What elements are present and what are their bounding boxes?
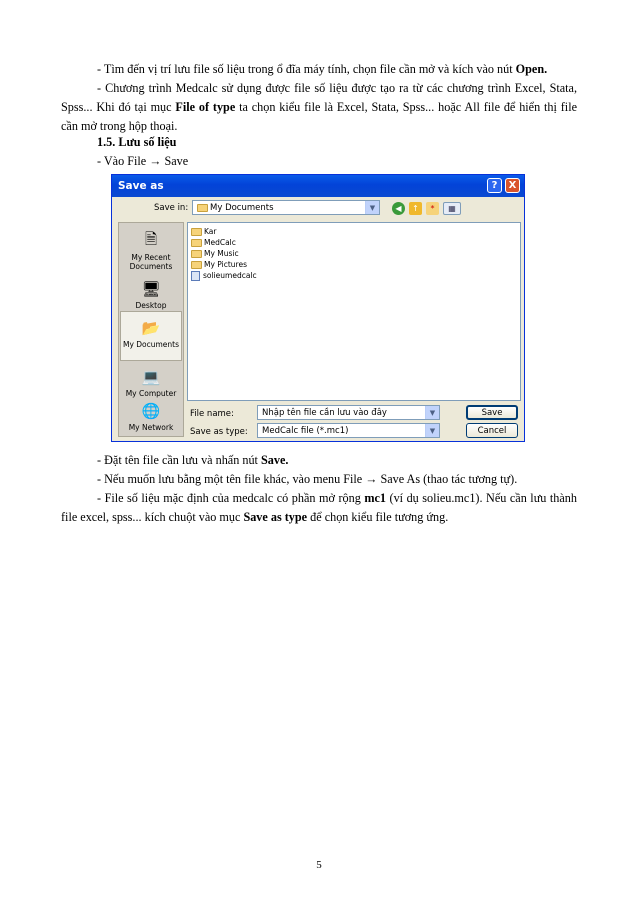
chevron-down-icon[interactable]: ▼ [425,406,439,419]
dialog-title: Save as [118,180,164,192]
save-as-type-label: Save as type: [190,427,248,437]
my-documents-icon: 📂 [141,319,161,337]
file-icon [191,270,200,281]
file-name-input[interactable]: Nhập tên file cần lưu vào đây ▼ [257,405,440,420]
item-label: My Pictures [204,260,247,269]
list-item[interactable]: solieumedcalc [191,270,257,281]
step-vao-file: - Vào File → Save [97,154,189,168]
place-my-recent-documents[interactable]: 🗎 My Recent Documents [119,225,183,275]
list-item[interactable]: MedCalc [191,237,236,248]
recent-documents-icon: 🗎 [144,229,158,248]
place-my-documents[interactable]: 📂 My Documents [120,311,182,361]
paragraph-save-as: - Nếu muốn lưu bằng một tên file khác, v… [97,472,518,486]
place-label: My Recent Documents [129,253,173,271]
save-as-type-value: MedCalc file (*.mc1) [262,425,349,436]
file-list[interactable]: Kar MedCalc My Music My Pictures solieum… [187,222,521,401]
place-my-network[interactable]: 🌐 My Network [119,395,183,445]
file-name-value: Nhập tên file cần lưu vào đây [262,407,387,418]
desktop-icon: 🖥 [141,280,161,298]
folder-icon [191,227,202,236]
save-button[interactable]: Save [466,405,518,420]
item-label: Kar [204,227,217,236]
place-label: Desktop [135,301,167,310]
up-folder-icon[interactable]: ↑ [409,202,422,215]
paragraph-file-of-type: - Chương trình Medcalc sử dụng được file… [61,81,577,133]
page-number: 5 [316,859,322,871]
views-menu-icon[interactable]: ▦ [443,202,461,215]
folder-icon [197,203,208,212]
paragraph-open-file: - Tìm đến vị trí lưu file số liệu trong … [97,62,548,76]
close-button[interactable]: X [505,178,520,193]
place-label: My Network [128,423,174,432]
save-in-value: My Documents [210,202,274,213]
item-label: solieumedcalc [203,271,257,280]
list-item[interactable]: Kar [191,226,216,237]
chevron-down-icon[interactable]: ▼ [365,201,379,214]
chevron-down-icon[interactable]: ▼ [425,424,439,437]
item-label: MedCalc [204,238,236,247]
save-in-combo[interactable]: My Documents ▼ [192,200,380,215]
save-as-dialog: Save as ? X Save in: My Documents ▼ ◀ ↑ … [111,174,525,442]
section-heading: 1.5. Lưu số liệu [97,135,177,149]
places-bar: 🗎 My Recent Documents 🖥 Desktop 📂 My Doc… [118,222,184,437]
list-item[interactable]: My Pictures [191,259,247,270]
file-name-label: File name: [190,409,234,419]
paragraph-dat-ten: - Đặt tên file cần lưu và nhấn nút Save. [97,453,289,467]
folder-icon [191,249,202,258]
paragraph-mc1: - File số liệu mặc định của medcalc có p… [61,491,577,524]
help-button[interactable]: ? [487,178,502,193]
dialog-titlebar: Save as [112,175,524,197]
cancel-button[interactable]: Cancel [466,423,518,438]
item-label: My Music [204,249,239,258]
new-folder-icon[interactable]: * [426,202,439,215]
my-network-icon: 🌐 [141,402,161,420]
back-icon[interactable]: ◀ [392,202,405,215]
folder-icon [191,260,202,269]
list-item[interactable]: My Music [191,248,239,259]
folder-icon [191,238,202,247]
save-in-label: Save in: [154,203,189,213]
save-as-type-select[interactable]: MedCalc file (*.mc1) ▼ [257,423,440,438]
place-label: My Documents [122,340,180,349]
my-computer-icon: 💻 [141,368,161,386]
